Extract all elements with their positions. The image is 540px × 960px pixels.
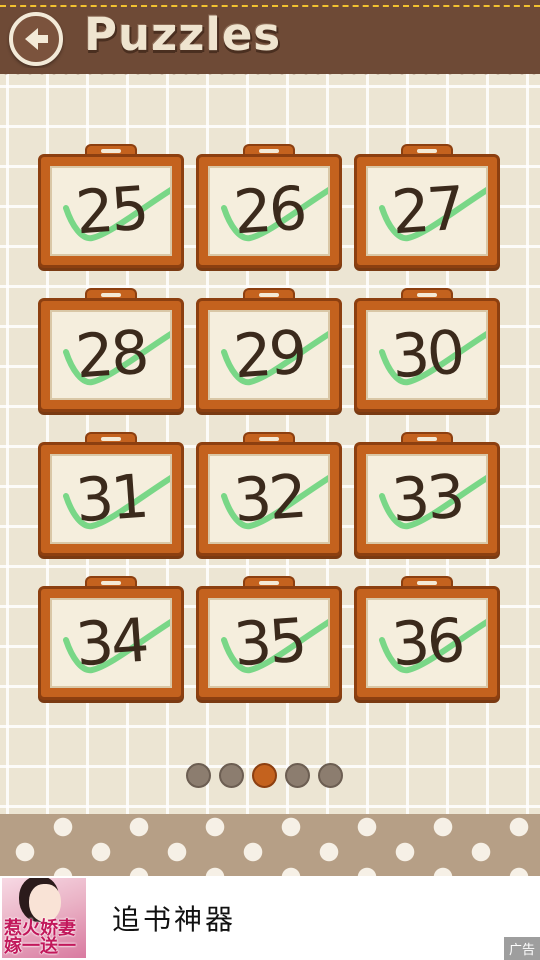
ad-banner[interactable]: 惹火娇妻 嫁一送一 追书神器 广告	[0, 876, 540, 960]
puzzle-number: 35	[231, 605, 307, 681]
puzzle-board: 27	[366, 166, 488, 256]
puzzle-board: 33	[366, 454, 488, 544]
puzzle-number: 25	[73, 173, 149, 249]
puzzle-number: 29	[231, 317, 307, 393]
puzzle-number: 31	[73, 461, 149, 537]
puzzle-frame: 28	[38, 298, 184, 412]
page-indicator	[186, 763, 343, 788]
puzzle-tile[interactable]: 33	[354, 432, 500, 560]
puzzle-number: 27	[389, 173, 465, 249]
puzzle-number: 26	[231, 173, 307, 249]
puzzle-frame: 31	[38, 442, 184, 556]
page-dot[interactable]	[318, 763, 343, 788]
polka-dot-band	[0, 814, 540, 876]
puzzle-frame: 33	[354, 442, 500, 556]
puzzle-frame: 30	[354, 298, 500, 412]
puzzle-board: 29	[208, 310, 330, 400]
ad-thumbnail-portrait	[29, 884, 61, 922]
puzzle-frame: 36	[354, 586, 500, 700]
header-scallop-border	[0, 68, 540, 80]
puzzle-number: 34	[73, 605, 149, 681]
puzzle-tile[interactable]: 35	[196, 576, 342, 704]
puzzle-tile[interactable]: 25	[38, 144, 184, 272]
puzzle-number: 33	[389, 461, 465, 537]
puzzle-tile[interactable]: 34	[38, 576, 184, 704]
header-bar: Puzzles	[0, 0, 540, 74]
back-arrow-icon	[25, 28, 48, 50]
puzzle-frame: 32	[196, 442, 342, 556]
puzzle-board: 34	[50, 598, 172, 688]
puzzle-number: 36	[389, 605, 465, 681]
puzzle-frame: 25	[38, 154, 184, 268]
back-button[interactable]	[9, 12, 63, 66]
ad-thumbnail[interactable]: 惹火娇妻 嫁一送一	[2, 878, 86, 958]
page-dot[interactable]	[285, 763, 310, 788]
puzzle-tile[interactable]: 31	[38, 432, 184, 560]
puzzle-board: 30	[366, 310, 488, 400]
puzzle-board: 25	[50, 166, 172, 256]
puzzle-tile[interactable]: 30	[354, 288, 500, 416]
puzzle-frame: 29	[196, 298, 342, 412]
page-dot-active[interactable]	[252, 763, 277, 788]
puzzle-board: 32	[208, 454, 330, 544]
puzzle-board: 31	[50, 454, 172, 544]
page-title: Puzzles	[84, 8, 282, 61]
puzzle-frame: 34	[38, 586, 184, 700]
puzzle-tile[interactable]: 28	[38, 288, 184, 416]
page-dot[interactable]	[219, 763, 244, 788]
puzzle-number: 30	[389, 317, 465, 393]
puzzle-board: 26	[208, 166, 330, 256]
page-dot[interactable]	[186, 763, 211, 788]
puzzle-tile[interactable]: 27	[354, 144, 500, 272]
puzzle-tile[interactable]: 36	[354, 576, 500, 704]
ad-thumbnail-text: 惹火娇妻 嫁一送一	[4, 918, 76, 957]
ad-title[interactable]: 追书神器	[112, 898, 236, 938]
puzzle-tile[interactable]: 29	[196, 288, 342, 416]
puzzle-frame: 35	[196, 586, 342, 700]
puzzle-board: 36	[366, 598, 488, 688]
puzzle-frame: 27	[354, 154, 500, 268]
ad-tag: 广告	[503, 937, 540, 960]
puzzle-number: 28	[73, 317, 149, 393]
puzzle-tile[interactable]: 26	[196, 144, 342, 272]
puzzle-board: 28	[50, 310, 172, 400]
puzzle-tile[interactable]: 32	[196, 432, 342, 560]
puzzle-number: 32	[231, 461, 307, 537]
puzzle-grid: 25 26 27 28 29 30 31 32 33 34 35 36	[38, 144, 500, 720]
puzzle-board: 35	[208, 598, 330, 688]
puzzle-frame: 26	[196, 154, 342, 268]
